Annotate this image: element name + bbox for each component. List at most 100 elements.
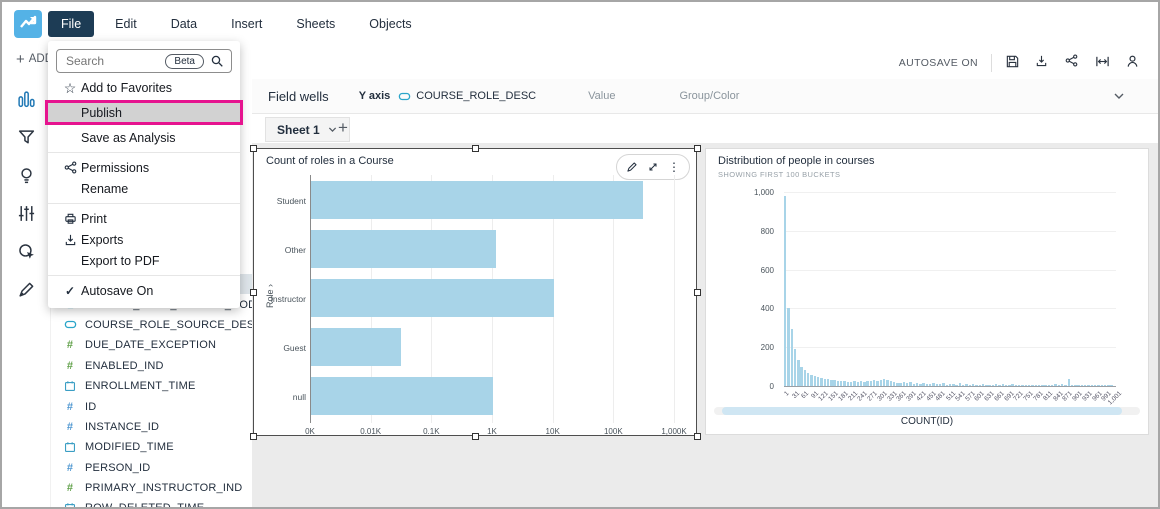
save-icon[interactable]: [1005, 54, 1022, 71]
x-axis-title: COUNT(ID): [706, 416, 1148, 427]
add-sheet-button[interactable]: +: [338, 118, 348, 138]
menu-item-label: Add to Favorites: [81, 81, 172, 95]
menu-item-publish[interactable]: Publish: [48, 100, 240, 125]
printer-icon: [61, 212, 79, 225]
x-tick-label: 10K: [546, 427, 560, 436]
field-item-modified-time[interactable]: MODIFIED_TIME: [50, 437, 252, 457]
menu-divider: [48, 152, 240, 153]
maximize-icon[interactable]: [647, 161, 659, 173]
collapse-field-wells-chevron-icon[interactable]: [1112, 89, 1126, 103]
field-item-enrollment-time[interactable]: ENROLLMENT_TIME: [50, 376, 252, 396]
histogram-bar[interactable]: [824, 379, 826, 386]
histogram-bar[interactable]: [827, 379, 829, 386]
field-item-enabled-ind[interactable]: #ENABLED_IND: [50, 356, 252, 376]
histogram-bar[interactable]: [800, 367, 802, 386]
resize-handle-top-center[interactable]: [472, 145, 479, 152]
histogram-bar[interactable]: [1068, 379, 1070, 386]
menu-item-permissions[interactable]: Permissions: [48, 158, 240, 177]
histogram-bar[interactable]: [820, 378, 822, 386]
field-item-id[interactable]: #ID: [50, 396, 252, 416]
export-download-icon[interactable]: [1035, 54, 1052, 71]
menu-edit[interactable]: Edit: [102, 11, 150, 37]
number-measure-icon: #: [63, 339, 77, 351]
tool-insights[interactable]: [14, 163, 38, 187]
file-dropdown-menu: Beta ☆Add to Favorites Publish Save as Ana…: [48, 41, 240, 308]
field-wells-bar[interactable]: Field wells Y axis COURSE_ROLE_DESC Valu…: [252, 79, 1158, 114]
bar-null[interactable]: [311, 377, 493, 415]
menu-data[interactable]: Data: [158, 11, 210, 37]
histogram-bar[interactable]: [883, 379, 885, 386]
menu-item-rename[interactable]: Rename: [48, 179, 240, 198]
menu-insert[interactable]: Insert: [218, 11, 275, 37]
fit-width-icon[interactable]: [1095, 54, 1112, 71]
share-icon[interactable]: [1065, 54, 1082, 71]
menu-sheets[interactable]: Sheets: [283, 11, 348, 37]
bar-instructor[interactable]: [311, 279, 554, 317]
string-field-icon: [63, 318, 77, 331]
histogram-bar[interactable]: [807, 373, 809, 386]
menu-item-export-to-pdf[interactable]: Export to PDF: [48, 251, 240, 270]
string-field-icon: [398, 90, 411, 103]
menu-search-box[interactable]: Beta: [56, 49, 232, 73]
scrollbar-thumb[interactable]: [722, 407, 1122, 415]
search-icon: [210, 54, 224, 68]
field-item-due-date-exception[interactable]: #DUE_DATE_EXCEPTION: [50, 335, 252, 355]
menu-objects[interactable]: Objects: [356, 11, 424, 37]
bar-guest[interactable]: [311, 328, 401, 366]
datetime-field-icon: [63, 502, 77, 507]
field-item-person-id[interactable]: #PERSON_ID: [50, 458, 252, 478]
user-icon[interactable]: [1125, 54, 1142, 71]
histogram-bar[interactable]: [787, 308, 789, 386]
field-item-row-deleted-time[interactable]: ROW_DELETED_TIME: [50, 498, 252, 507]
histogram-bar[interactable]: [794, 349, 796, 386]
resize-handle-top-right[interactable]: [694, 145, 701, 152]
field-name: INSTANCE_ID: [85, 421, 159, 433]
visual-menu-dots-icon[interactable]: ⋮: [668, 161, 680, 173]
histogram-bar[interactable]: [817, 377, 819, 386]
histogram-bar[interactable]: [784, 196, 786, 386]
y-axis-field-pill[interactable]: COURSE_ROLE_DESC: [398, 90, 536, 103]
resize-handle-top-left[interactable]: [250, 145, 257, 152]
menu-item-save-as-analysis[interactable]: Save as Analysis: [48, 128, 240, 147]
menu-item-print[interactable]: Print: [48, 209, 240, 228]
resize-handle-mid-right[interactable]: [694, 289, 701, 296]
histogram-bar[interactable]: [804, 370, 806, 386]
tool-filter[interactable]: [14, 125, 38, 149]
resize-handle-bottom-right[interactable]: [694, 433, 701, 440]
menu-file[interactable]: File: [48, 11, 94, 37]
histogram-bar[interactable]: [810, 375, 812, 386]
histogram-bar[interactable]: [791, 329, 793, 386]
edit-pencil-icon[interactable]: [626, 161, 638, 173]
histogram-bar[interactable]: [797, 360, 799, 386]
field-item-course-role-source-desc[interactable]: COURSE_ROLE_SOURCE_DESC: [50, 315, 252, 335]
menu-item-exports[interactable]: Exports: [48, 230, 240, 249]
autosave-status: AUTOSAVE ON: [899, 57, 978, 69]
menu-item-add-to-favorites[interactable]: ☆Add to Favorites: [48, 78, 240, 97]
tool-visualize[interactable]: [14, 87, 38, 111]
sheet-canvas: Count of roles in a Course ⋮ Role › Stud…: [252, 143, 1158, 507]
visual-histogram[interactable]: Distribution of people in courses SHOWIN…: [705, 148, 1149, 435]
tool-themes[interactable]: [14, 277, 38, 301]
tool-actions[interactable]: [14, 239, 38, 263]
field-item-instance-id[interactable]: #INSTANCE_ID: [50, 417, 252, 437]
resize-handle-bottom-center[interactable]: [472, 433, 479, 440]
visual-bar-chart[interactable]: Count of roles in a Course ⋮ Role › Stud…: [253, 148, 697, 436]
resize-handle-mid-left[interactable]: [250, 289, 257, 296]
menu-item-autosave-on[interactable]: ✓Autosave On: [48, 281, 240, 300]
menu-item-label: Autosave On: [81, 284, 153, 298]
value-well-label[interactable]: Value: [588, 90, 615, 102]
bar-other[interactable]: [311, 230, 496, 268]
tool-parameters[interactable]: [14, 201, 38, 225]
group-color-well-label[interactable]: Group/Color: [679, 90, 739, 102]
resize-handle-bottom-left[interactable]: [250, 433, 257, 440]
search-input[interactable]: [64, 53, 159, 69]
field-list: COURSE_ROLE_DESCCOURSE_ROLE_SOURCE_CODEC…: [50, 274, 252, 507]
histogram-bar[interactable]: [814, 376, 816, 386]
sheet-tab-active[interactable]: Sheet 1: [265, 117, 350, 142]
bar-student[interactable]: [311, 181, 643, 219]
quicksight-logo-icon[interactable]: [14, 10, 42, 38]
x-gridline: [674, 175, 675, 423]
field-item-primary-instructor-ind[interactable]: #PRIMARY_INSTRUCTOR_IND: [50, 478, 252, 498]
x-axis-scrollbar[interactable]: [714, 407, 1140, 415]
category-label: Instructor: [260, 294, 306, 304]
